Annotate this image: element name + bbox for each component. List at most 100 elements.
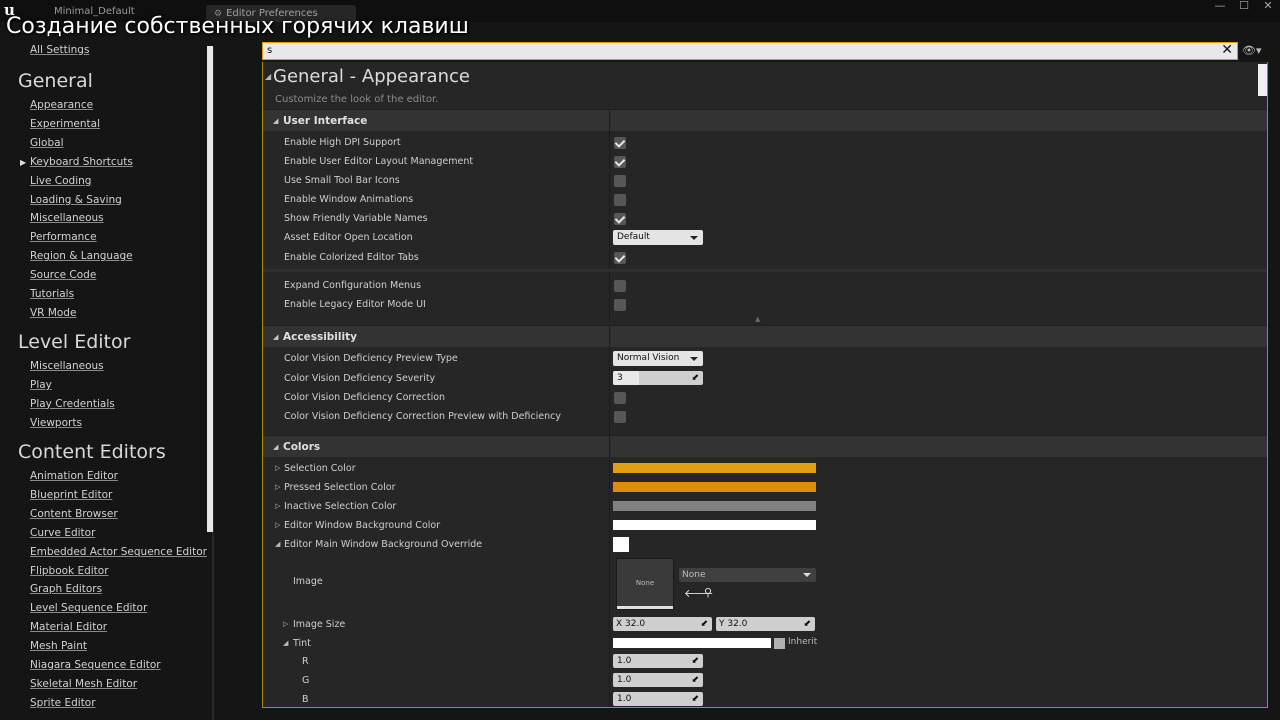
sidebar-item-all-settings[interactable]: All Settings xyxy=(30,44,89,56)
spin-arrows-icon: ⬋ xyxy=(691,675,699,685)
channel-spinbox[interactable]: 1.0 ⬋ xyxy=(613,692,703,706)
expand-arrow-icon[interactable]: ▷ xyxy=(275,464,280,472)
severity-spinbox[interactable]: 3 ⬋ xyxy=(613,371,703,385)
close-icon[interactable]: ✕ xyxy=(1221,42,1233,58)
sidebar-item-animation-editor[interactable]: Animation Editor xyxy=(30,470,118,482)
sidebar-scrollbar[interactable] xyxy=(207,46,213,532)
spin-arrows-icon: ⬋ xyxy=(691,694,699,704)
property-label: Enable High DPI Support xyxy=(284,137,401,148)
sidebar-item-viewports[interactable]: Viewports xyxy=(30,417,82,429)
color-swatch[interactable] xyxy=(613,501,816,511)
property-checkbox[interactable] xyxy=(614,252,626,264)
sidebar-item-mesh-paint[interactable]: Mesh Paint xyxy=(30,640,87,652)
property-label: Enable Colorized Editor Tabs xyxy=(284,252,419,263)
property-row: Use Small Tool Bar Icons xyxy=(263,172,1267,191)
property-checkbox[interactable] xyxy=(614,194,626,206)
video-caption: Создание собственных горячих клавиш xyxy=(6,14,469,39)
expand-arrow-icon[interactable]: ▷ xyxy=(283,620,288,628)
property-label: R xyxy=(302,656,309,667)
editor-preferences-window: u Minimal_Default ⚙ Editor Preferences — … xyxy=(0,0,1280,720)
sidebar-item-tutorials[interactable]: Tutorials xyxy=(30,288,74,300)
property-checkbox[interactable] xyxy=(614,137,626,149)
sidebar-item-source-code[interactable]: Source Code xyxy=(30,269,96,281)
sidebar-item-appearance[interactable]: Appearance xyxy=(30,99,93,111)
collapse-arrow-icon[interactable]: ◢ xyxy=(275,540,280,548)
sidebar-item-performance[interactable]: Performance xyxy=(30,231,97,243)
property-label: Color Vision Deficiency Preview Type xyxy=(284,353,458,364)
color-swatch[interactable] xyxy=(613,520,816,530)
sidebar-item-play[interactable]: Play xyxy=(30,379,52,391)
expand-arrow-icon[interactable]: ▷ xyxy=(275,521,280,529)
thumbnail-bar xyxy=(617,606,673,609)
property-label: Show Friendly Variable Names xyxy=(284,213,428,224)
category-user-interface[interactable]: ◢ User Interface xyxy=(263,109,1267,131)
category-colors[interactable]: ◢ Colors xyxy=(263,435,1267,457)
search-input[interactable]: s ✕ xyxy=(262,42,1238,60)
sidebar-item-play-credentials[interactable]: Play Credentials xyxy=(30,398,115,410)
eye-icon[interactable]: 👁▾ xyxy=(1242,44,1262,57)
property-checkbox[interactable] xyxy=(614,411,626,423)
collapse-arrow-icon: ◢ xyxy=(273,443,279,451)
property-label: Use Small Tool Bar Icons xyxy=(284,175,400,186)
details-scrollbar[interactable] xyxy=(1258,64,1267,96)
property-checkbox[interactable] xyxy=(614,280,626,292)
close-button[interactable]: ✕ xyxy=(1256,0,1280,14)
sidebar-item-experimental[interactable]: Experimental xyxy=(30,118,100,130)
minimize-button[interactable]: — xyxy=(1208,0,1232,14)
details-panel: ◢ General - Appearance Customize the loo… xyxy=(262,62,1268,708)
property-row-image-size: ▷ Image Size X 32.0 ⬋ Y 32.0 ⬋ xyxy=(263,616,1267,635)
size-x-spinbox[interactable]: X 32.0 ⬋ xyxy=(613,617,712,631)
sidebar-item-skeletal-mesh-editor[interactable]: Skeletal Mesh Editor xyxy=(30,678,137,690)
sidebar-item-level-sequence-editor[interactable]: Level Sequence Editor xyxy=(30,602,147,614)
inherit-checkbox[interactable] xyxy=(774,638,785,649)
category-accessibility[interactable]: ◢ Accessibility xyxy=(263,325,1267,347)
search-value: s xyxy=(267,45,273,56)
color-swatch[interactable] xyxy=(613,537,629,552)
sidebar-item-sprite-editor[interactable]: Sprite Editor xyxy=(30,697,96,709)
property-checkbox[interactable] xyxy=(614,213,626,225)
sidebar-item-graph-editors[interactable]: Graph Editors xyxy=(30,583,102,595)
sidebar-item-global[interactable]: Global xyxy=(30,137,64,149)
sidebar-item-content-browser[interactable]: Content Browser xyxy=(30,508,118,520)
maximize-button[interactable]: ☐ xyxy=(1232,0,1256,14)
tint-color-bar[interactable] xyxy=(613,638,771,648)
sidebar-item-vr-mode[interactable]: VR Mode xyxy=(30,307,76,319)
sidebar-item-miscellaneous[interactable]: Miscellaneous xyxy=(30,360,104,372)
image-thumbnail[interactable]: None xyxy=(616,558,674,610)
property-checkbox[interactable] xyxy=(614,392,626,404)
property-label: Expand Configuration Menus xyxy=(284,280,422,291)
expand-arrow-icon[interactable]: ▷ xyxy=(275,483,280,491)
property-label: Inactive Selection Color xyxy=(284,501,397,512)
property-checkbox[interactable] xyxy=(614,299,626,311)
sidebar-item-loading-saving[interactable]: Loading & Saving xyxy=(30,194,122,206)
sidebar-item-region-language[interactable]: Region & Language xyxy=(30,250,133,262)
sidebar-item-live-coding[interactable]: Live Coding xyxy=(30,175,91,187)
sidebar-item-niagara-sequence-editor[interactable]: Niagara Sequence Editor xyxy=(30,659,161,671)
sidebar-heading-level-editor: Level Editor xyxy=(18,331,131,353)
sidebar-item-keyboard-shortcuts[interactable]: Keyboard Shortcuts xyxy=(30,156,133,168)
property-dropdown[interactable]: Default xyxy=(613,230,703,245)
size-y-spinbox[interactable]: Y 32.0 ⬋ xyxy=(716,617,815,631)
property-checkbox[interactable] xyxy=(614,175,626,187)
channel-spinbox[interactable]: 1.0 ⬋ xyxy=(613,654,703,668)
collapse-arrow-icon[interactable]: ◢ xyxy=(265,72,271,81)
sidebar-item-curve-editor[interactable]: Curve Editor xyxy=(30,527,95,539)
color-swatch[interactable] xyxy=(613,463,816,473)
color-swatch[interactable] xyxy=(613,482,816,492)
channel-spinbox[interactable]: 1.0 ⬋ xyxy=(613,673,703,687)
property-row: Color Vision Deficiency Correction xyxy=(263,389,1267,408)
property-row: Color Vision Deficiency Correction Previ… xyxy=(263,408,1267,427)
property-dropdown[interactable]: Normal Vision xyxy=(613,351,703,366)
expand-arrow-icon[interactable]: ▷ xyxy=(275,502,280,510)
sidebar-item-miscellaneous[interactable]: Miscellaneous xyxy=(30,212,104,224)
sidebar-item-material-editor[interactable]: Material Editor xyxy=(30,621,107,633)
property-row: Enable Legacy Editor Mode UI xyxy=(263,296,1267,315)
search-icon[interactable]: ⚲ xyxy=(704,586,712,599)
property-row: Show Friendly Variable Names xyxy=(263,210,1267,229)
sidebar-item-blueprint-editor[interactable]: Blueprint Editor xyxy=(30,489,112,501)
sidebar-item-flipbook-editor[interactable]: Flipbook Editor xyxy=(30,565,109,577)
image-asset-dropdown[interactable]: None xyxy=(679,568,816,582)
collapse-arrow-icon[interactable]: ◢ xyxy=(283,639,288,647)
sidebar-item-embedded-actor-sequence-editor[interactable]: Embedded Actor Sequence Editor xyxy=(30,546,207,558)
property-checkbox[interactable] xyxy=(614,156,626,168)
